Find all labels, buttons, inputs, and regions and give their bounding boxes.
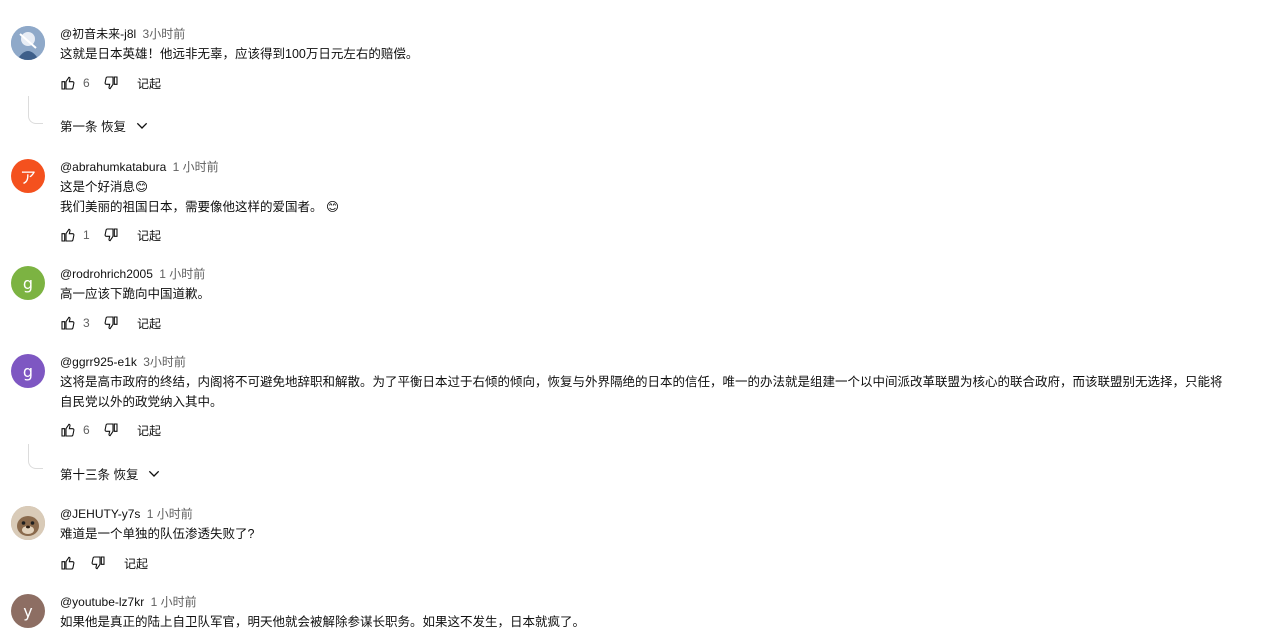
timestamp[interactable]: 1 小时前: [173, 160, 219, 174]
thumbs-down-icon[interactable]: [103, 315, 119, 331]
avatar[interactable]: g: [11, 266, 45, 300]
reply-button[interactable]: 记起: [137, 75, 161, 92]
avatar[interactable]: y: [11, 594, 45, 628]
avatar[interactable]: [11, 26, 45, 60]
comment-line: 难道是一个单独的队伍渗透失败了?: [60, 527, 255, 541]
reply-button[interactable]: 记起: [137, 227, 161, 244]
thumbs-up-icon[interactable]: [60, 422, 76, 438]
show-replies-button[interactable]: 第十三条 恢复: [60, 464, 162, 483]
comment-line: 如果他是真正的陆上自卫队军官，明天他就会被解除参谋长职务。如果这不发生，日本就疯…: [60, 615, 586, 629]
thumbs-up-icon[interactable]: [60, 555, 76, 571]
reply-button[interactable]: 记起: [137, 422, 161, 439]
reply-button[interactable]: 记起: [137, 315, 161, 332]
timestamp[interactable]: 1 小时前: [159, 267, 205, 281]
replies-label: 第十三条 恢复: [60, 468, 139, 482]
comment-header: @ggrr925-e1k 3小时前: [60, 354, 186, 370]
comment-text: 难道是一个单独的队伍渗透失败了?: [60, 524, 254, 544]
thumbs-up-icon[interactable]: [60, 315, 76, 331]
comment-text: 这就是日本英雄！他远非无辜，应该得到100万日元左右的赔偿。: [60, 44, 418, 64]
comment-actions: 6 记起: [60, 420, 161, 440]
avatar-letter: g: [22, 361, 34, 381]
author-handle[interactable]: @初音未来-j8l: [60, 27, 136, 41]
comment-header: @youtube-lz7kr 1 小时前: [60, 594, 197, 610]
reply-button[interactable]: 记起: [124, 555, 148, 572]
like-count: 6: [83, 423, 90, 437]
like-count: 1: [83, 228, 90, 242]
thumbs-down-icon[interactable]: [103, 422, 119, 438]
timestamp[interactable]: 3小时前: [143, 355, 186, 369]
otter-avatar-icon: [11, 506, 45, 540]
thumbs-up-icon[interactable]: [60, 75, 76, 91]
chevron-down-icon: [136, 122, 148, 129]
timestamp[interactable]: 1 小时前: [147, 507, 193, 521]
like-count: 6: [83, 76, 90, 90]
avatar-letter: g: [22, 273, 34, 293]
thumbs-up-icon[interactable]: [60, 227, 76, 243]
avatar-letter: y: [23, 601, 33, 621]
author-handle[interactable]: @JEHUTY-y7s: [60, 507, 140, 521]
thread-connector: [28, 96, 43, 124]
comment-actions: 记起: [60, 553, 148, 573]
comment-line: 自民党以外的政党纳入其中。: [60, 395, 223, 409]
comment-text: 如果他是真正的陆上自卫队军官，明天他就会被解除参谋长职务。如果这不发生，日本就疯…: [60, 612, 585, 632]
comment-header: @JEHUTY-y7s 1 小时前: [60, 506, 193, 522]
avatar[interactable]: [11, 506, 45, 540]
timestamp[interactable]: 3小时前: [143, 27, 186, 41]
comment-actions: 6 记起: [60, 73, 161, 93]
comment-line: 高一应该下跪向中国道歉。: [60, 287, 211, 301]
like-count: 3: [83, 316, 90, 330]
author-handle[interactable]: @abrahumkatabura: [60, 160, 166, 174]
author-handle[interactable]: @rodrohrich2005: [60, 267, 153, 281]
comment-line: 这将是高市政府的终结，内阁将不可避免地辞职和解散。为了平衡日本过于右倾的倾向，恢…: [60, 375, 1223, 389]
avatar-letter: ア: [19, 168, 36, 187]
replies-label: 第一条 恢复: [60, 120, 126, 134]
comment-text: 高一应该下跪向中国道歉。: [60, 284, 210, 304]
thumbs-down-icon[interactable]: [103, 75, 119, 91]
comment-line: 这就是日本英雄！他远非无辜，应该得到100万日元左右的赔偿。: [60, 47, 419, 61]
anime-avatar-icon: [11, 26, 45, 60]
timestamp[interactable]: 1 小时前: [151, 595, 197, 609]
comment-header: @rodrohrich2005 1 小时前: [60, 266, 205, 282]
comment-actions: 1 记起: [60, 225, 161, 245]
author-handle[interactable]: @youtube-lz7kr: [60, 595, 144, 609]
comment-text: 这是个好消息😊 我们美丽的祖国日本，需要像他这样的爱国者。 😊: [60, 177, 339, 217]
show-replies-button[interactable]: 第一条 恢复: [60, 116, 150, 135]
avatar[interactable]: g: [11, 354, 45, 388]
comment-line: 我们美丽的祖国日本，需要像他这样的爱国者。 😊: [60, 200, 340, 214]
comment-line: 这是个好消息😊: [60, 180, 149, 194]
thread-connector: [28, 444, 43, 469]
chevron-down-icon: [149, 470, 160, 477]
thumbs-down-icon[interactable]: [103, 227, 119, 243]
author-handle[interactable]: @ggrr925-e1k: [60, 355, 137, 369]
thumbs-down-icon[interactable]: [90, 555, 106, 571]
comment-text: 这将是高市政府的终结，内阁将不可避免地辞职和解散。为了平衡日本过于右倾的倾向，恢…: [60, 372, 1223, 412]
avatar[interactable]: ア: [11, 159, 45, 193]
comment-actions: 3 记起: [60, 313, 161, 333]
comment-header: @初音未来-j8l 3小时前: [60, 26, 185, 42]
comment-header: @abrahumkatabura 1 小时前: [60, 159, 219, 175]
